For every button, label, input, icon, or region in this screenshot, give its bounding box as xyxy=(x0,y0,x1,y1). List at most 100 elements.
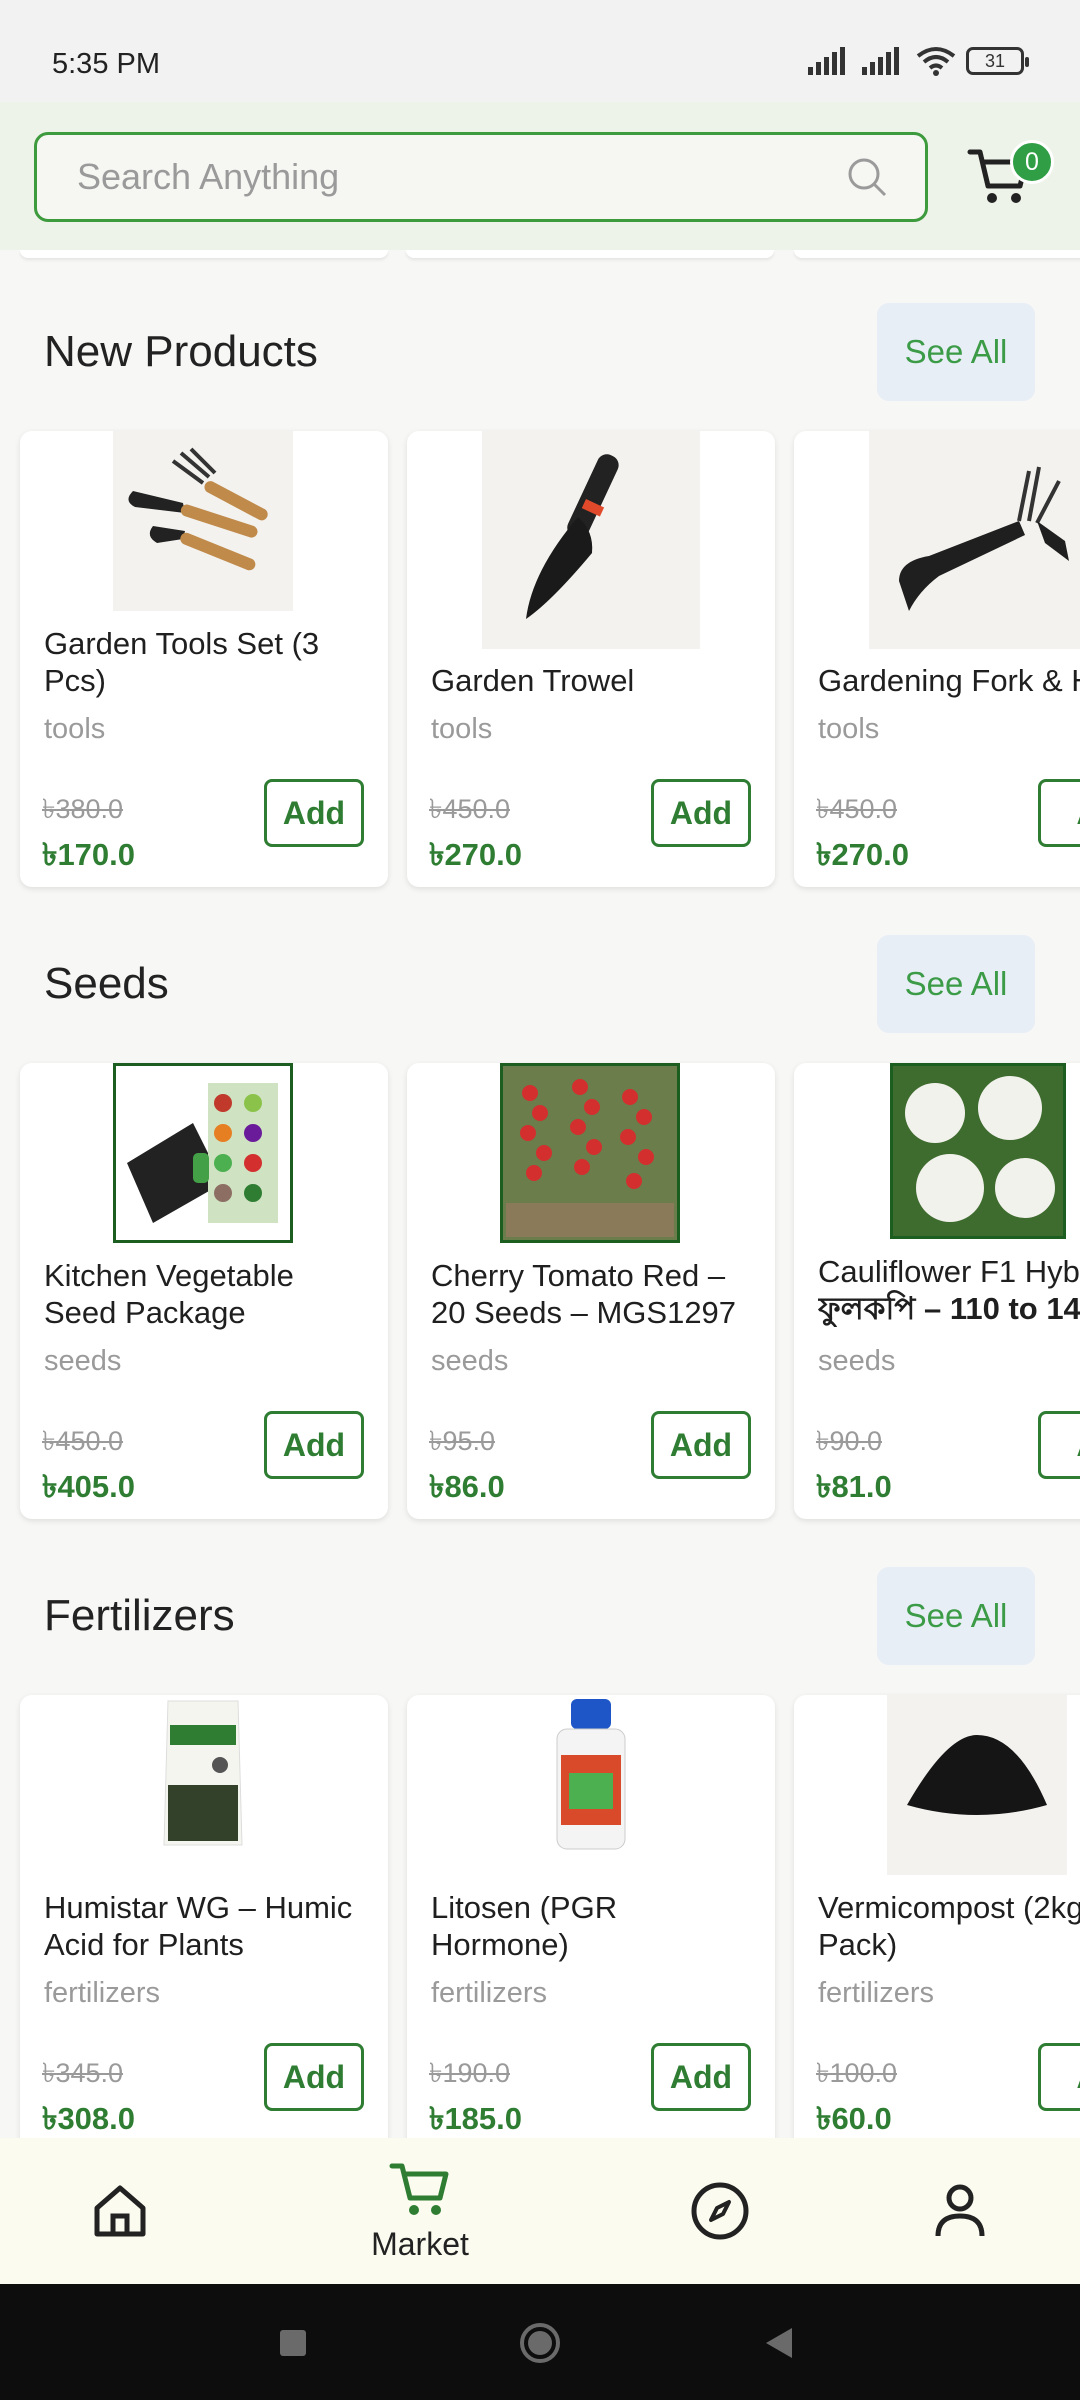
section-new-products: New Products See All Garden Tools Set (3… xyxy=(0,303,1080,903)
recents-icon[interactable] xyxy=(278,2328,308,2358)
add-to-cart-button[interactable]: A xyxy=(1038,1411,1080,1479)
section-title: New Products xyxy=(44,327,318,376)
product-card[interactable]: Gardening Fork & H tools ৳450.0 ৳270.0 A xyxy=(794,431,1080,887)
garden-trowel-image xyxy=(482,431,700,649)
product-card[interactable]: Garden Tools Set (3 Pcs) tools ৳380.0 ৳1… xyxy=(20,431,388,887)
section-header: New Products See All xyxy=(0,303,1080,403)
add-to-cart-button[interactable]: A xyxy=(1038,779,1080,847)
product-old-price: ৳450.0 xyxy=(429,794,511,824)
product-category: seeds xyxy=(818,1345,896,1377)
vermicompost-image xyxy=(887,1695,1067,1875)
product-category: tools xyxy=(818,713,880,745)
see-all-button[interactable]: See All xyxy=(877,303,1035,401)
section-seeds: Seeds See All Kitchen Vegetable Seed Pac… xyxy=(0,935,1080,1535)
product-card[interactable]: Cherry Tomato Red – 20 Seeds – MGS1297 s… xyxy=(407,1063,775,1519)
litosen-bottle-image xyxy=(556,1699,626,1850)
product-price: ৳86.0 xyxy=(429,1469,505,1504)
search-icon[interactable] xyxy=(845,155,889,199)
nav-profile[interactable] xyxy=(900,2138,1020,2284)
section-header: Seeds See All xyxy=(0,935,1080,1035)
product-name-line2: 20 Seeds – MGS1297 xyxy=(431,1295,737,1330)
cart-button[interactable]: 0 xyxy=(966,140,1054,214)
status-bar: 5:35 PM 31 xyxy=(0,0,1080,102)
kitchen-seed-package-image xyxy=(113,1063,293,1243)
add-to-cart-button[interactable]: Add xyxy=(264,2043,364,2111)
nav-explore[interactable] xyxy=(660,2138,780,2284)
back-icon[interactable] xyxy=(762,2326,796,2360)
product-old-price: ৳450.0 xyxy=(816,794,898,824)
product-name: Litosen (PGR xyxy=(431,1890,618,1925)
add-to-cart-button[interactable]: Add xyxy=(651,2043,751,2111)
bottom-navigation: Market xyxy=(0,2138,1080,2284)
add-to-cart-button[interactable]: Add xyxy=(651,779,751,847)
product-category: seeds xyxy=(44,1345,122,1377)
product-name: Cherry Tomato Red – xyxy=(431,1258,726,1293)
add-to-cart-button[interactable]: Add xyxy=(651,1411,751,1479)
home-button-icon[interactable] xyxy=(519,2322,561,2364)
battery-icon: 31 xyxy=(966,47,1029,75)
signal-icon-2 xyxy=(862,47,899,75)
product-category: fertilizers xyxy=(818,1977,935,2009)
add-to-cart-button[interactable]: A xyxy=(1038,2043,1080,2111)
product-name-line2: Acid for Plants xyxy=(44,1927,244,1962)
cart-icon[interactable] xyxy=(388,2160,452,2220)
product-card[interactable]: Garden Trowel tools ৳450.0 ৳270.0 Add xyxy=(407,431,775,887)
nav-market-label: Market xyxy=(371,2225,469,2262)
add-to-cart-button[interactable]: Add xyxy=(264,1411,364,1479)
product-old-price: ৳380.0 xyxy=(42,794,124,824)
garden-tools-set-image xyxy=(113,431,293,611)
product-card[interactable]: Kitchen Vegetable Seed Package seeds ৳45… xyxy=(20,1063,388,1519)
product-name: Vermicompost (2kg xyxy=(818,1890,1080,1925)
product-name: Cauliflower F1 Hybr xyxy=(818,1254,1080,1289)
search-box[interactable] xyxy=(34,132,928,222)
cauliflower-image xyxy=(890,1063,1066,1239)
nav-home[interactable] xyxy=(60,2138,180,2284)
product-name-line2: ফুলকপি – 110 to 14 xyxy=(818,1291,1080,1326)
product-old-price: ৳345.0 xyxy=(42,2058,124,2088)
product-price: ৳185.0 xyxy=(429,2101,523,2136)
product-price: ৳405.0 xyxy=(42,1469,136,1504)
product-name: Gardening Fork & H xyxy=(818,663,1080,698)
humistar-bag-image xyxy=(163,1700,243,1846)
section-title: Fertilizers xyxy=(44,1591,235,1640)
product-category: fertilizers xyxy=(44,1977,161,2009)
cart-count-badge: 0 xyxy=(1010,140,1054,184)
section-fertilizers: Fertilizers See All Humistar WG – Humic … xyxy=(0,1567,1080,2138)
signal-icon xyxy=(808,47,845,75)
product-card[interactable]: Vermicompost (2kg Pack) fertilizers ৳100… xyxy=(794,1695,1080,2138)
see-all-button[interactable]: See All xyxy=(877,935,1035,1033)
product-price: ৳170.0 xyxy=(42,837,136,872)
product-old-price: ৳90.0 xyxy=(816,1426,882,1456)
product-old-price: ৳450.0 xyxy=(42,1426,124,1456)
product-card[interactable]: Cauliflower F1 Hybr ফুলকপি – 110 to 14 s… xyxy=(794,1063,1080,1519)
gardening-fork-image xyxy=(869,431,1080,649)
product-name: Garden Tools Set (3 xyxy=(44,626,320,661)
previous-row-card-edge xyxy=(20,250,388,258)
status-time: 5:35 PM xyxy=(52,48,160,80)
user-icon[interactable] xyxy=(932,2182,988,2240)
product-price: ৳308.0 xyxy=(42,2101,136,2136)
product-category: tools xyxy=(431,713,493,745)
add-to-cart-button[interactable]: Add xyxy=(264,779,364,847)
product-old-price: ৳190.0 xyxy=(429,2058,511,2088)
see-all-button[interactable]: See All xyxy=(877,1567,1035,1665)
product-name-line2: Hormone) xyxy=(431,1927,569,1962)
wifi-icon xyxy=(916,47,956,76)
nav-market[interactable]: Market xyxy=(340,2138,500,2284)
product-price: ৳270.0 xyxy=(816,837,910,872)
product-card[interactable]: Humistar WG – Humic Acid for Plants fert… xyxy=(20,1695,388,2138)
previous-row-card-edge xyxy=(406,250,774,258)
product-name: Garden Trowel xyxy=(431,663,635,698)
section-header: Fertilizers See All xyxy=(0,1567,1080,1667)
product-price: ৳81.0 xyxy=(816,1469,892,1504)
product-feed: New Products See All Garden Tools Set (3… xyxy=(0,250,1080,2138)
product-name-line2: Seed Package xyxy=(44,1295,246,1330)
product-card[interactable]: Litosen (PGR Hormone) fertilizers ৳190.0… xyxy=(407,1695,775,2138)
product-name-line2: Pcs) xyxy=(44,663,106,698)
product-category: tools xyxy=(44,713,106,745)
product-name-line2: Pack) xyxy=(818,1927,898,1962)
compass-icon[interactable] xyxy=(689,2180,751,2242)
product-old-price: ৳100.0 xyxy=(816,2058,898,2088)
search-input[interactable] xyxy=(77,156,845,198)
home-icon[interactable] xyxy=(91,2182,149,2240)
